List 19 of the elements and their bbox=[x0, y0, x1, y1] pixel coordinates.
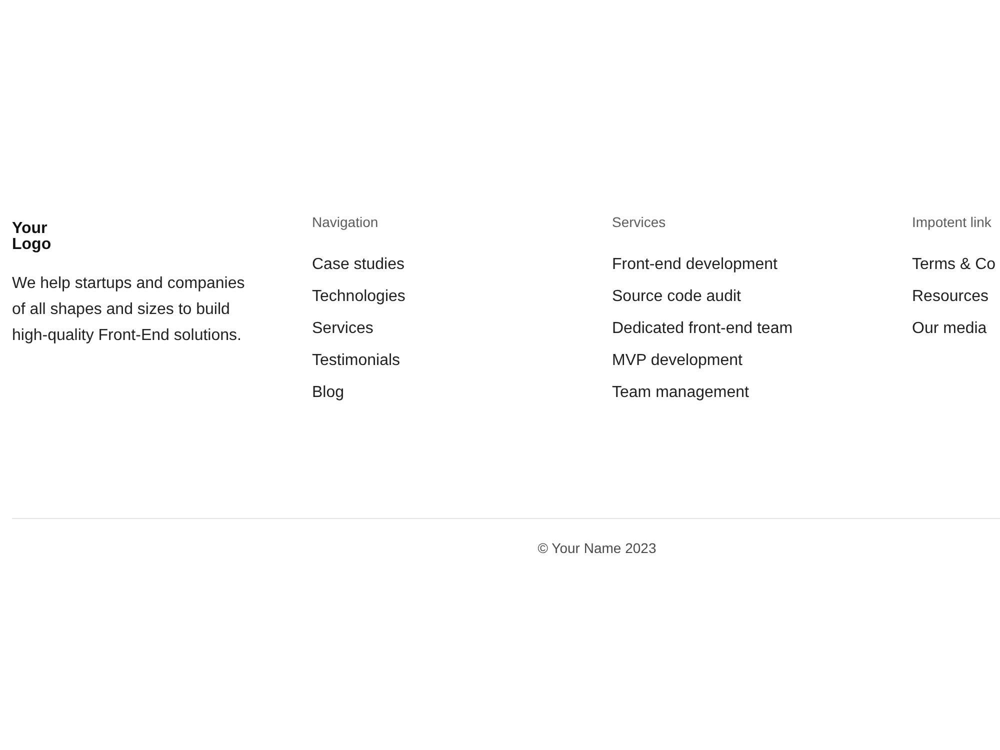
footer-link[interactable]: Technologies bbox=[312, 287, 406, 307]
footer-link[interactable]: Blog bbox=[312, 383, 344, 403]
footer-link[interactable]: Resources bbox=[912, 287, 988, 307]
column-heading: Impotent link bbox=[912, 214, 992, 230]
footer-link[interactable]: Our media bbox=[912, 319, 987, 339]
footer-link[interactable]: Case studies bbox=[312, 255, 404, 275]
column-heading: Navigation bbox=[312, 214, 378, 230]
column-heading: Services bbox=[612, 214, 666, 230]
footer-link[interactable]: Terms & Co bbox=[912, 255, 996, 275]
copyright-text: © Your Name 2023 bbox=[538, 539, 656, 558]
footer-link[interactable]: Services bbox=[312, 319, 374, 339]
footer-link[interactable]: MVP development bbox=[612, 351, 742, 371]
footer-link[interactable]: Source code audit bbox=[612, 287, 741, 307]
footer-link[interactable]: Team management bbox=[612, 383, 749, 403]
logo-text: Your Logo bbox=[12, 221, 52, 253]
company-description: We help startups and companies of all shapes and sizes to build high-quality Front-End solutions. bbox=[12, 274, 246, 346]
footer-link[interactable]: Front-end development bbox=[612, 255, 778, 275]
footer-link[interactable]: Testimonials bbox=[312, 351, 400, 371]
footer-link[interactable]: Dedicated front-end team bbox=[612, 319, 793, 339]
